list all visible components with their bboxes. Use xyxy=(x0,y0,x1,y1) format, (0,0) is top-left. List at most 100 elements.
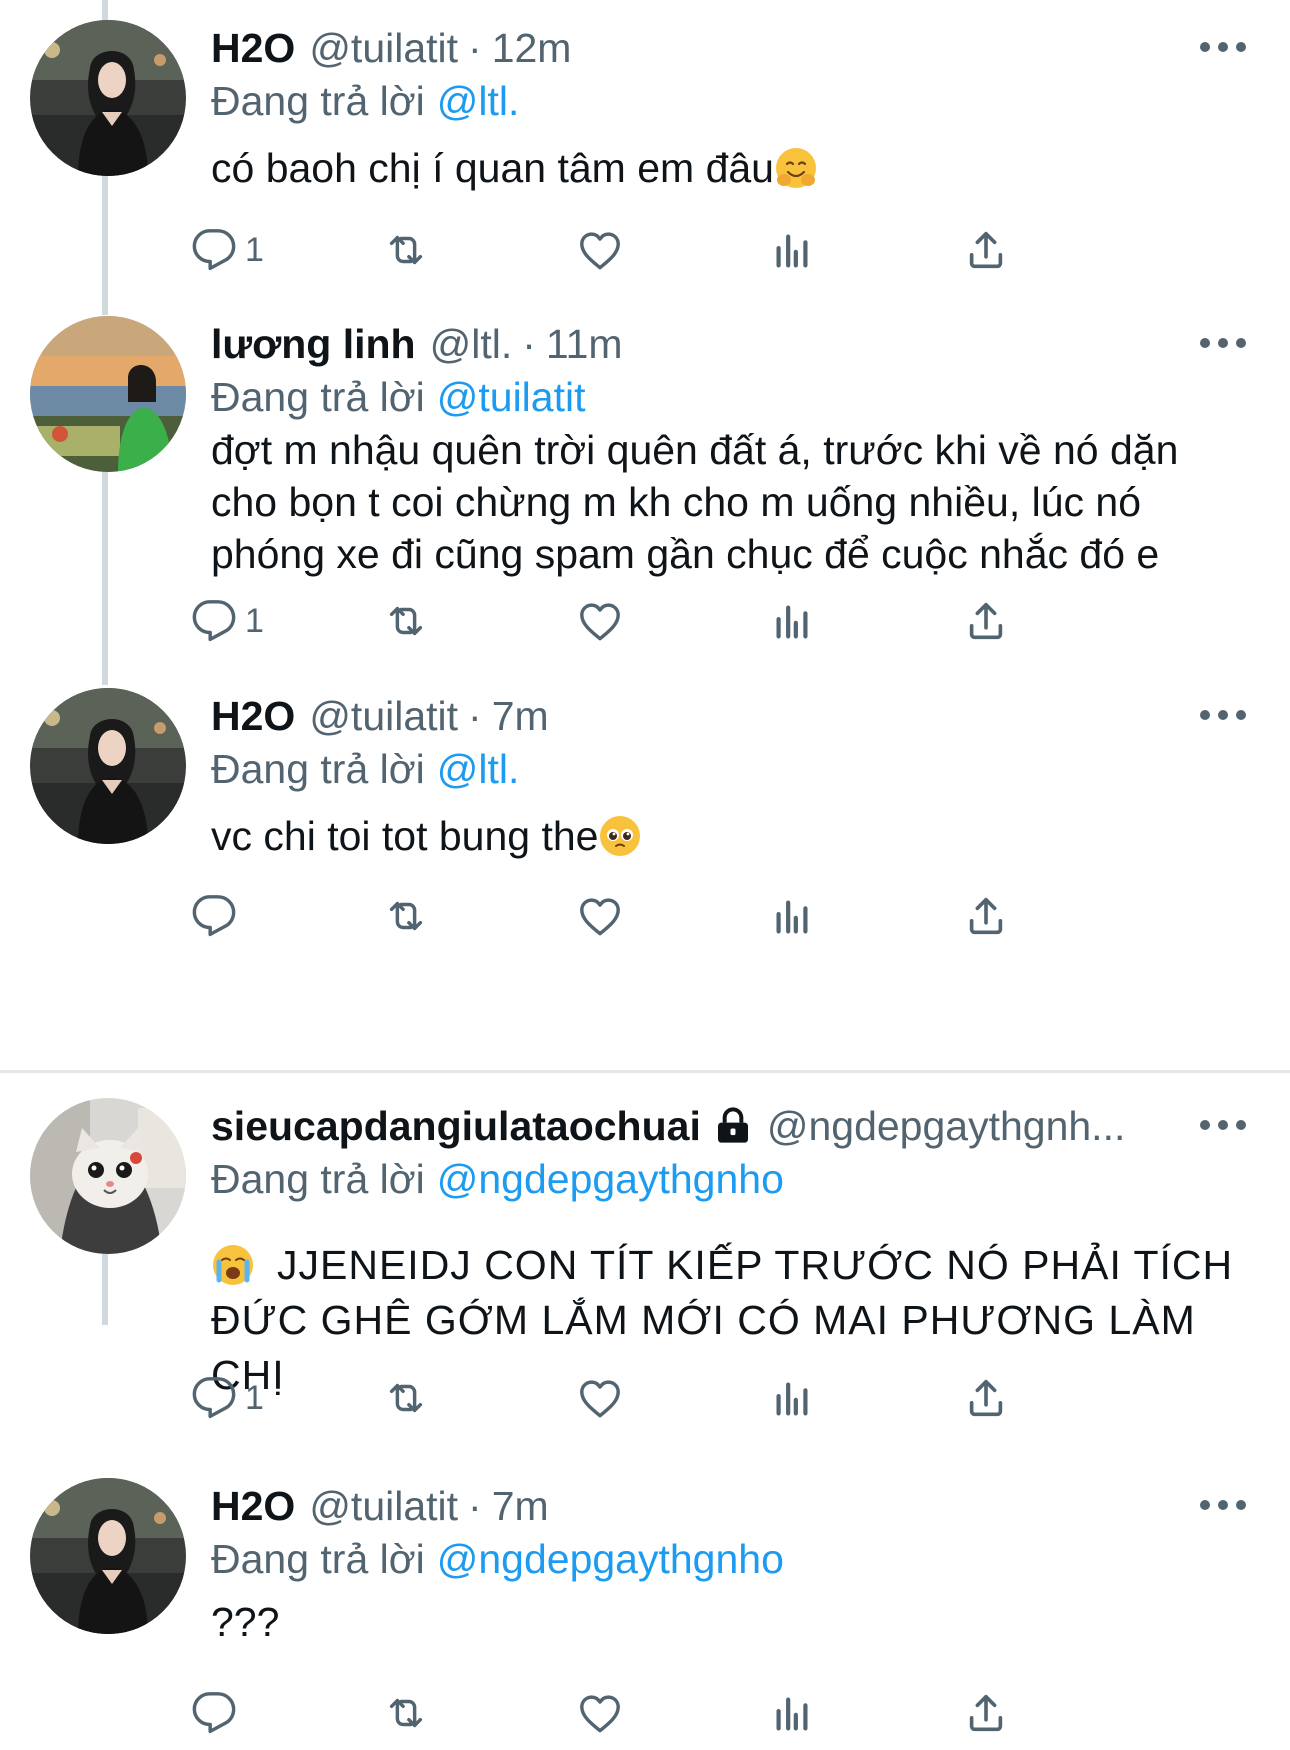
timestamp[interactable]: 7m xyxy=(492,690,549,742)
reply-count: 1 xyxy=(245,230,264,269)
analytics-icon xyxy=(769,1375,815,1421)
tweet[interactable]: H2O @tuilatit · 7m Đang trả lời @ltl. vc … xyxy=(0,688,1290,948)
like-button[interactable] xyxy=(577,1373,623,1423)
retweet-button[interactable] xyxy=(383,225,429,275)
mention-link[interactable]: @ltl. xyxy=(437,746,520,792)
action-bar xyxy=(211,1688,1131,1738)
mention-link[interactable]: @tuilatit xyxy=(437,374,586,420)
action-bar: 1 xyxy=(211,1373,1131,1423)
heart-icon xyxy=(577,893,623,939)
reply-icon xyxy=(191,227,237,273)
views-button[interactable] xyxy=(769,596,815,646)
reply-icon xyxy=(191,1375,237,1421)
separator-dot: · xyxy=(468,25,482,71)
views-button[interactable] xyxy=(769,1688,815,1738)
share-button[interactable] xyxy=(963,1688,1009,1738)
more-options-icon[interactable] xyxy=(1200,42,1246,56)
retweet-button[interactable] xyxy=(383,1688,429,1738)
hugging-face-emoji xyxy=(774,146,818,190)
replying-to: Đang trả lời @ltl. xyxy=(211,75,519,127)
user-handle[interactable]: @ltl. xyxy=(430,318,513,370)
replying-to-label: Đang trả lời xyxy=(211,1156,425,1202)
replying-to: Đang trả lời @ltl. xyxy=(211,743,519,795)
retweet-button[interactable] xyxy=(383,596,429,646)
tweet[interactable]: lương linh @ltl. · 11m Đang trả lời @tuil… xyxy=(0,316,1290,671)
reply-button[interactable] xyxy=(191,1688,237,1738)
heart-icon xyxy=(577,598,623,644)
tweet-header: sieucapdangiulataochuai @ngdepgaythgnh..… xyxy=(211,1100,1210,1152)
display-name[interactable]: H2O xyxy=(211,690,295,742)
avatar[interactable] xyxy=(30,1478,186,1634)
more-options-icon[interactable] xyxy=(1200,1120,1246,1134)
mention-link[interactable]: @ngdepgaythgnho xyxy=(437,1156,784,1202)
display-name[interactable]: lương linh xyxy=(211,318,416,370)
separator-dot: · xyxy=(468,1483,482,1529)
more-options-icon[interactable] xyxy=(1200,710,1246,724)
more-options-icon[interactable] xyxy=(1200,1500,1246,1514)
timestamp[interactable]: 12m xyxy=(492,22,572,74)
reply-icon xyxy=(191,1690,237,1736)
reply-button[interactable]: 1 xyxy=(191,1373,264,1423)
mention-link[interactable]: @ngdepgaythgnho xyxy=(437,1536,784,1582)
tweet[interactable]: H2O @tuilatit · 7m Đang trả lời @ngdepgay… xyxy=(0,1478,1290,1750)
timestamp[interactable]: 7m xyxy=(492,1480,549,1532)
share-button[interactable] xyxy=(963,225,1009,275)
user-handle[interactable]: @tuilatit xyxy=(309,690,458,742)
heart-icon xyxy=(577,1690,623,1736)
tweet-text-line: cho bọn t coi chừng m kh cho m uống nhiề… xyxy=(211,479,1142,525)
tweet[interactable]: H2O @tuilatit · 12m Đang trả lời @ltl. có… xyxy=(0,20,1290,300)
heart-icon xyxy=(577,1375,623,1421)
retweet-button[interactable] xyxy=(383,1373,429,1423)
views-button[interactable] xyxy=(769,225,815,275)
like-button[interactable] xyxy=(577,225,623,275)
tweet-text: có baoh chị í quan tâm em đâu xyxy=(211,142,1250,194)
pleading-face-emoji xyxy=(598,814,642,858)
share-icon xyxy=(963,227,1009,273)
share-button[interactable] xyxy=(963,596,1009,646)
views-button[interactable] xyxy=(769,891,815,941)
tweet-text-content: có baoh chị í quan tâm em đâu xyxy=(211,145,774,191)
tweet-header: H2O @tuilatit · 7m xyxy=(211,690,1210,742)
action-bar: 1 xyxy=(211,225,1131,275)
reply-icon xyxy=(191,893,237,939)
share-button[interactable] xyxy=(963,1373,1009,1423)
tweet-text: ??? xyxy=(211,1596,1250,1648)
retweet-icon xyxy=(383,1375,429,1421)
display-name[interactable]: H2O xyxy=(211,22,295,74)
replying-to: Đang trả lời @tuilatit xyxy=(211,371,585,423)
retweet-icon xyxy=(383,893,429,939)
reply-button[interactable]: 1 xyxy=(191,596,264,646)
like-button[interactable] xyxy=(577,1688,623,1738)
tweet-text-content: vc chi toi tot bung the xyxy=(211,813,599,859)
retweet-button[interactable] xyxy=(383,891,429,941)
display-name[interactable]: sieucapdangiulataochuai xyxy=(211,1100,701,1152)
more-options-icon[interactable] xyxy=(1200,338,1246,352)
user-handle[interactable]: @ngdepgaythgnh... xyxy=(767,1100,1210,1152)
separator-dot: · xyxy=(468,693,482,739)
reply-button[interactable]: 1 xyxy=(191,225,264,275)
like-button[interactable] xyxy=(577,891,623,941)
user-handle[interactable]: @tuilatit xyxy=(309,1480,458,1532)
thread-line xyxy=(102,0,108,20)
tweet-header: H2O @tuilatit · 7m xyxy=(211,1480,1210,1532)
like-button[interactable] xyxy=(577,596,623,646)
reply-button[interactable] xyxy=(191,891,237,941)
views-button[interactable] xyxy=(769,1373,815,1423)
display-name[interactable]: H2O xyxy=(211,1480,295,1532)
mention-link[interactable]: @ltl. xyxy=(437,78,520,124)
tweet-text: đợt m nhậu quên trời quên đất á, trước k… xyxy=(211,424,1250,580)
lock-icon xyxy=(717,1107,748,1143)
action-bar xyxy=(211,891,1131,941)
separator-dot: · xyxy=(522,321,536,367)
avatar[interactable] xyxy=(30,316,186,472)
avatar[interactable] xyxy=(30,1098,186,1254)
retweet-icon xyxy=(383,227,429,273)
analytics-icon xyxy=(769,893,815,939)
avatar[interactable] xyxy=(30,20,186,176)
share-button[interactable] xyxy=(963,891,1009,941)
timestamp[interactable]: 11m xyxy=(546,318,623,370)
user-handle[interactable]: @tuilatit xyxy=(309,22,458,74)
analytics-icon xyxy=(769,598,815,644)
avatar[interactable] xyxy=(30,688,186,844)
tweet[interactable]: sieucapdangiulataochuai @ngdepgaythgnh..… xyxy=(0,1098,1290,1418)
